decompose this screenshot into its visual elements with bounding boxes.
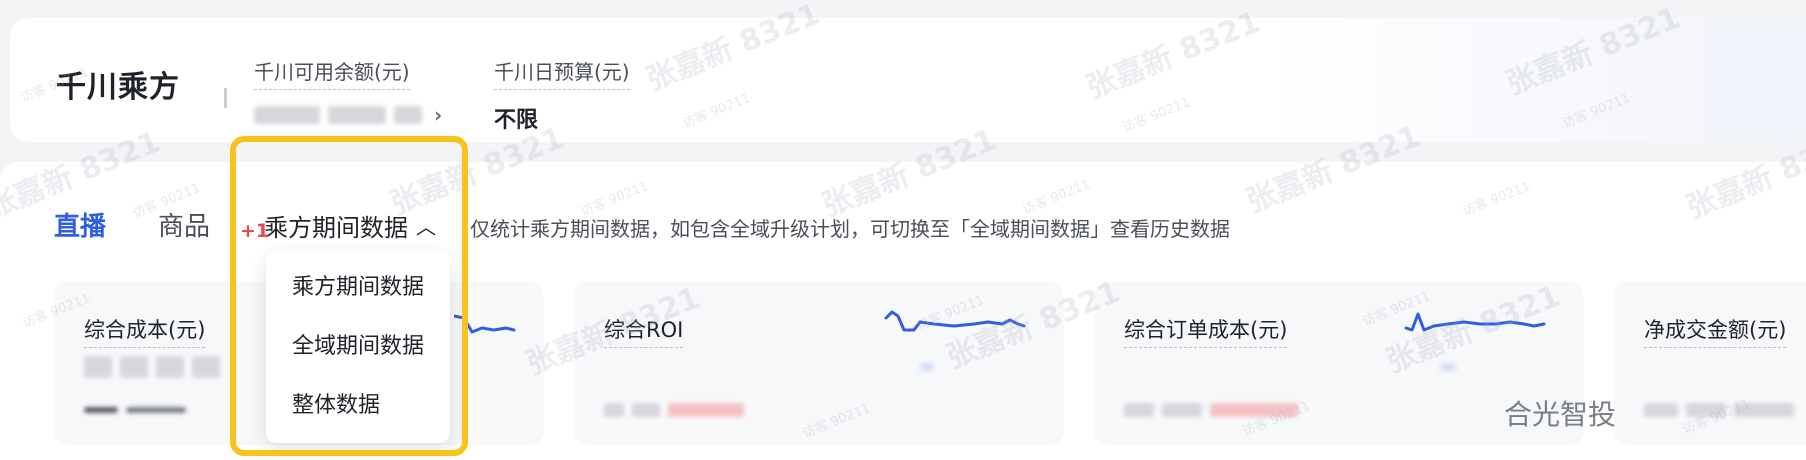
metric-card-title: 综合ROI	[604, 314, 684, 348]
metric-card-title: 净成交金额(元)	[1644, 314, 1787, 348]
blurred-value	[328, 106, 386, 124]
brand-watermark: 合光智投	[1504, 398, 1617, 431]
metric-value	[84, 356, 228, 378]
tab-live[interactable]: 直播	[54, 206, 106, 243]
account-header: 千川乘方 千川可用余额(元) › 千川日预算(元) 不限	[10, 18, 1806, 142]
dropdown-option-overall[interactable]: 整体数据	[266, 377, 450, 435]
sparkline	[1404, 312, 1546, 332]
blurred-value	[394, 106, 422, 124]
metric-compare	[1644, 399, 1802, 418]
available-balance: 千川可用余额(元) ›	[254, 56, 442, 128]
daily-budget-value: 不限	[494, 108, 539, 133]
dropdown-option-period[interactable]: 乘方期间数据	[266, 259, 450, 317]
chevron-right-icon[interactable]: ›	[434, 103, 442, 127]
metric-card-title: 综合成本(元)	[84, 314, 206, 348]
metric-value	[1124, 356, 1464, 375]
metric-card-net-gmv[interactable]: 净成交金额(元)	[1614, 282, 1806, 445]
metric-card-roi[interactable]: 综合ROI	[574, 282, 1064, 445]
tab-product[interactable]: 商品	[158, 206, 210, 243]
daily-budget: 千川日预算(元) 不限	[494, 56, 630, 133]
blurred-value	[254, 106, 320, 124]
period-hint: 仅统计乘方期间数据，如包含全域升级计划，可切换至「全域期间数据」查看历史数据	[470, 217, 1230, 241]
metric-card-title: 综合订单成本(元)	[1124, 314, 1288, 348]
page: 千川乘方 千川可用余额(元) › 千川日预算(元) 不限 直播 商品 乘方期间数…	[0, 0, 1806, 460]
page-title: 千川乘方	[56, 70, 180, 105]
metric-compare	[1124, 399, 1298, 418]
sparkline	[884, 310, 1026, 332]
dropdown-option-full-domain[interactable]: 全域期间数据	[266, 318, 450, 376]
available-balance-value[interactable]: ›	[254, 102, 442, 128]
metric-compare	[84, 399, 194, 418]
metric-compare	[604, 399, 744, 418]
daily-budget-label[interactable]: 千川日预算(元)	[494, 56, 630, 90]
metric-value	[604, 356, 942, 375]
period-dropdown-menu: 乘方期间数据 全域期间数据 整体数据	[266, 251, 450, 443]
metric-delta: +1	[240, 220, 270, 242]
title-divider	[224, 88, 227, 108]
sparkline	[454, 314, 516, 334]
period-select[interactable]: 乘方期间数据 ︿	[264, 208, 436, 243]
available-balance-label[interactable]: 千川可用余额(元)	[254, 56, 410, 90]
period-select-value: 乘方期间数据	[264, 214, 408, 242]
chevron-up-icon: ︿	[416, 215, 436, 239]
